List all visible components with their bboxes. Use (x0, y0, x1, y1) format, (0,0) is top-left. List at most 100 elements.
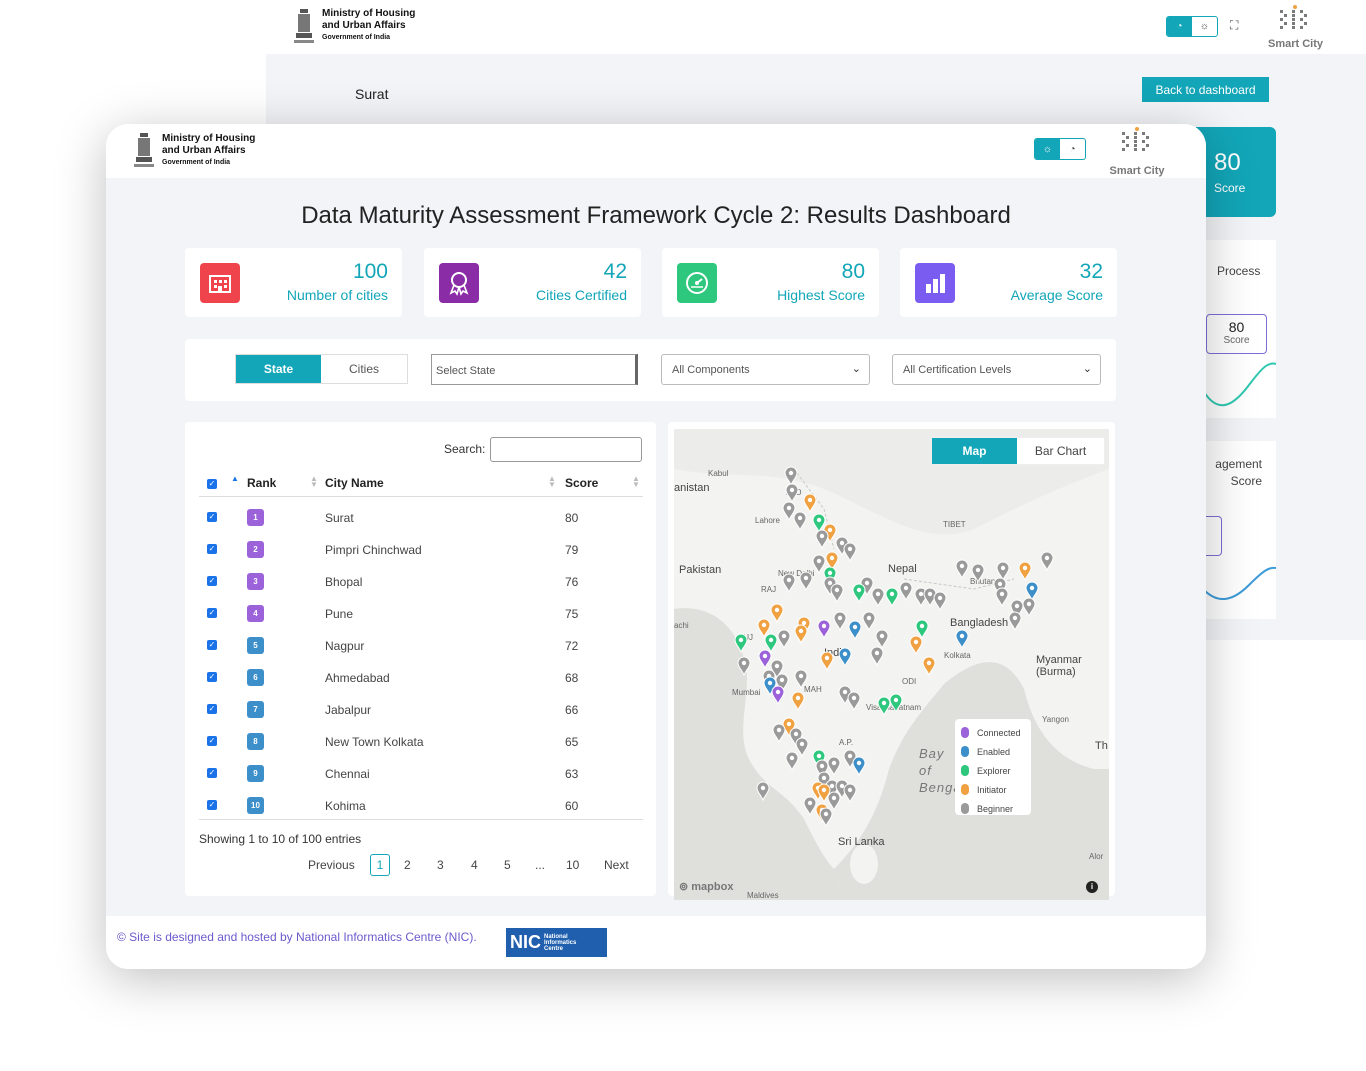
map-pin-icon[interactable] (803, 493, 817, 513)
map-pin-icon[interactable] (955, 629, 969, 649)
row-checkbox[interactable]: ✓ (207, 544, 217, 554)
bg-theme-toggle[interactable]: ◔ ☼ (1166, 16, 1218, 37)
pagination-page-1[interactable]: 1 (370, 854, 390, 876)
map-pin-icon[interactable] (870, 646, 884, 666)
map-pin-icon[interactable] (909, 635, 923, 655)
row-checkbox[interactable]: ✓ (207, 672, 217, 682)
map-pin-icon[interactable] (847, 691, 861, 711)
map-pin-icon[interactable] (793, 511, 807, 531)
row-checkbox[interactable]: ✓ (207, 736, 217, 746)
sun-icon[interactable]: ☼ (1192, 17, 1217, 36)
map-pin-icon[interactable] (737, 656, 751, 676)
tab-map[interactable]: Map (932, 438, 1018, 464)
map-pin-icon[interactable] (848, 620, 862, 640)
row-checkbox[interactable]: ✓ (207, 576, 217, 586)
map-pin-icon[interactable] (794, 669, 808, 689)
map-pin-icon[interactable] (1040, 551, 1054, 571)
map-pin-icon[interactable] (971, 563, 985, 583)
map-pin-icon[interactable] (794, 624, 808, 644)
map-pin-icon[interactable] (871, 587, 885, 607)
header-city-name[interactable]: City Name (325, 476, 384, 490)
map-pin-icon[interactable] (756, 781, 770, 801)
map-pin-icon[interactable] (777, 629, 791, 649)
components-select[interactable]: All Components ⌄ (661, 354, 870, 385)
map-pin-icon[interactable] (899, 581, 913, 601)
table-row[interactable]: ✓ 10 Kohima 60 (185, 789, 656, 821)
fullscreen-icon[interactable]: ⛶ (1230, 18, 1238, 33)
india-map[interactable]: Kabul anistan LAD Lahore TIBET Pakistan … (674, 429, 1109, 900)
map-pin-icon[interactable] (885, 587, 899, 607)
row-checkbox[interactable]: ✓ (207, 704, 217, 714)
moon-icon[interactable]: ◔ (1060, 139, 1085, 159)
certification-select[interactable]: All Certification Levels ⌄ (892, 354, 1101, 385)
map-pin-icon[interactable] (785, 751, 799, 771)
map-pin-icon[interactable] (995, 587, 1009, 607)
map-pin-icon[interactable] (820, 651, 834, 671)
map-pin-icon[interactable] (833, 611, 847, 631)
table-row[interactable]: ✓ 4 Pune 75 (185, 597, 656, 629)
table-row[interactable]: ✓ 2 Pimpri Chinchwad 79 (185, 533, 656, 565)
row-checkbox[interactable]: ✓ (207, 768, 217, 778)
sun-icon[interactable]: ☼ (1035, 139, 1060, 159)
pagination-previous[interactable]: Previous (308, 858, 355, 872)
map-pin-icon[interactable] (933, 591, 947, 611)
map-pin-icon[interactable] (791, 691, 805, 711)
map-pin-icon[interactable] (852, 756, 866, 776)
pagination-page-2[interactable]: 2 (404, 858, 411, 872)
pagination-next[interactable]: Next (604, 858, 629, 872)
map-pin-icon[interactable] (852, 583, 866, 603)
back-to-dashboard-button[interactable]: Back to dashboard (1142, 77, 1269, 102)
map-pin-icon[interactable] (799, 571, 813, 591)
map-pin-icon[interactable] (734, 633, 748, 653)
table-row[interactable]: ✓ 9 Chennai 63 (185, 757, 656, 789)
moon-icon[interactable]: ◔ (1167, 17, 1192, 36)
sort-icon[interactable]: ▲ ▼ (632, 475, 640, 489)
search-input[interactable] (490, 437, 642, 462)
map-pin-icon[interactable] (889, 693, 903, 713)
row-checkbox[interactable]: ✓ (207, 608, 217, 618)
select-state-input[interactable]: Select State (431, 354, 638, 385)
sort-asc-icon[interactable]: ▲ (231, 475, 239, 483)
map-pin-icon[interactable] (830, 583, 844, 603)
map-pin-icon[interactable] (843, 542, 857, 562)
mapbox-logo[interactable]: ⊚ mapbox (679, 880, 733, 893)
sort-icon[interactable]: ▲ ▼ (548, 475, 556, 489)
map-pin-icon[interactable] (843, 783, 857, 803)
pagination-page-10[interactable]: 10 (566, 858, 579, 872)
segment-state[interactable]: State (236, 355, 321, 383)
map-pin-icon[interactable] (955, 559, 969, 579)
tab-bar-chart[interactable]: Bar Chart (1017, 438, 1104, 464)
table-row[interactable]: ✓ 6 Ahmedabad 68 (185, 661, 656, 693)
row-checkbox[interactable]: ✓ (207, 800, 217, 810)
table-row[interactable]: ✓ 8 New Town Kolkata 65 (185, 725, 656, 757)
table-row[interactable]: ✓ 5 Nagpur 72 (185, 629, 656, 661)
table-row[interactable]: ✓ 7 Jabalpur 66 (185, 693, 656, 725)
map-pin-icon[interactable] (782, 573, 796, 593)
table-row[interactable]: ✓ 1 Surat 80 (185, 501, 656, 533)
map-pin-icon[interactable] (1022, 597, 1036, 617)
map-pin-icon[interactable] (772, 723, 786, 743)
map-pin-icon[interactable] (771, 685, 785, 705)
map-pin-icon[interactable] (862, 611, 876, 631)
map-pin-icon[interactable] (817, 619, 831, 639)
info-icon[interactable]: i (1086, 881, 1098, 893)
map-pin-icon[interactable] (815, 529, 829, 549)
theme-toggle[interactable]: ☼ ◔ (1034, 138, 1086, 160)
segment-cities[interactable]: Cities (321, 355, 407, 383)
header-score[interactable]: Score (565, 476, 598, 490)
table-row[interactable]: ✓ 3 Bhopal 76 (185, 565, 656, 597)
map-pin-icon[interactable] (1008, 611, 1022, 631)
pagination-page-4[interactable]: 4 (471, 858, 478, 872)
nic-logo[interactable]: NIC National Informatics Centre (506, 928, 607, 957)
map-pin-icon[interactable] (819, 807, 833, 827)
row-checkbox[interactable]: ✓ (207, 640, 217, 650)
sort-icon[interactable]: ▲ ▼ (310, 475, 318, 489)
map-pin-icon[interactable] (770, 603, 784, 623)
map-pin-icon[interactable] (1018, 561, 1032, 581)
row-checkbox[interactable]: ✓ (207, 512, 217, 522)
pagination-page-5[interactable]: 5 (504, 858, 511, 872)
header-rank[interactable]: Rank (247, 476, 276, 490)
map-pin-icon[interactable] (922, 656, 936, 676)
pagination-page-3[interactable]: 3 (437, 858, 444, 872)
map-pin-icon[interactable] (838, 647, 852, 667)
